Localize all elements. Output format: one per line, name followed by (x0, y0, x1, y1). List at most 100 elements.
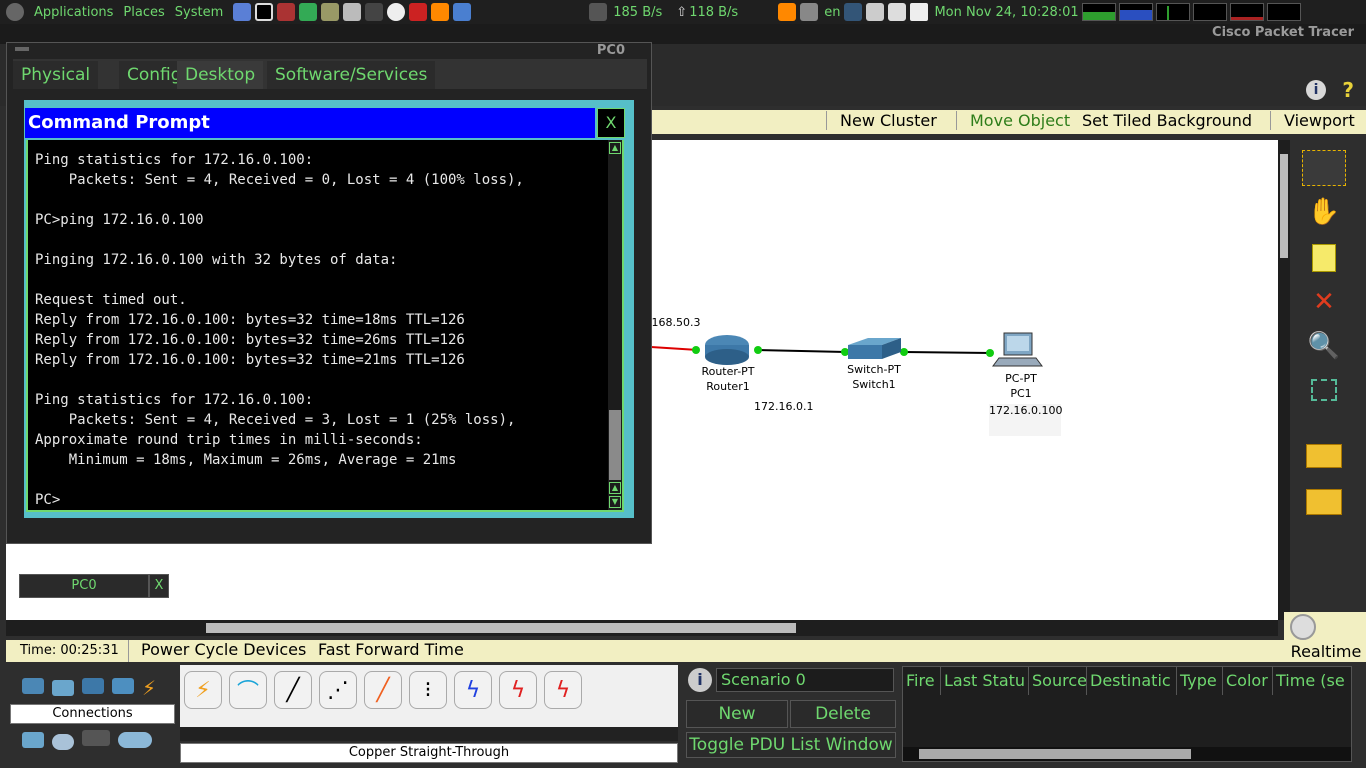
bug-icon[interactable] (365, 3, 384, 21)
delete-scenario-button[interactable]: Delete (790, 700, 896, 728)
vlc-tray-icon[interactable] (778, 3, 797, 21)
inspect-tool-icon[interactable]: 🔍 (1302, 328, 1346, 364)
select-tool-icon[interactable] (1302, 150, 1346, 186)
tab-desktop[interactable]: Desktop (177, 61, 264, 89)
keyboard-layout[interactable]: en (824, 5, 840, 20)
serial-dce-cable-icon[interactable]: ϟ (499, 671, 537, 709)
signal-icon[interactable] (844, 3, 863, 21)
scenario-select[interactable]: Scenario 0 (716, 668, 894, 692)
window-menu-icon[interactable] (15, 47, 29, 51)
phone-cable-icon[interactable]: ⁝ (409, 671, 447, 709)
workspace-hscroll[interactable] (6, 620, 1278, 636)
cpu-graph-icon (1081, 3, 1116, 21)
volume-icon[interactable] (910, 3, 929, 21)
browser-icon[interactable] (233, 3, 252, 21)
note-tool-icon[interactable] (1302, 240, 1346, 276)
hand-tool-icon[interactable]: ✋ (1302, 194, 1346, 230)
download-icon[interactable] (453, 3, 472, 21)
multiuser-category-icon[interactable] (118, 732, 152, 748)
router-tool-icon[interactable] (343, 3, 362, 21)
pdu-col-destination[interactable]: Destinatic (1087, 667, 1177, 695)
workspace-vscroll[interactable] (1278, 140, 1290, 620)
wireless-category-icon[interactable] (112, 678, 134, 694)
auto-cable-icon[interactable]: ⚡ (184, 671, 222, 709)
viewport-button[interactable]: Viewport (1270, 111, 1355, 130)
command-prompt-close-button[interactable]: X (597, 108, 625, 138)
add-simple-pdu-icon[interactable] (1302, 438, 1346, 474)
scroll-up-icon[interactable]: ▲ (609, 142, 621, 154)
category-label: Connections (10, 704, 175, 724)
cpu-icon[interactable] (277, 3, 296, 21)
vlc-icon[interactable] (431, 3, 450, 21)
right-toolbar: ✋ ✕ 🔍 (1292, 140, 1366, 640)
pdu-col-color[interactable]: Color (1223, 667, 1273, 695)
pdu-list: Fire Last Statu Source Destinatic Type C… (902, 666, 1352, 762)
command-prompt-title: Command Prompt (25, 108, 595, 138)
gnome-foot-icon[interactable] (6, 3, 24, 21)
link-led (841, 348, 849, 356)
cable-hscroll[interactable] (180, 727, 678, 741)
fast-forward-button[interactable]: Fast Forward Time (318, 640, 464, 659)
pc-name-label: PC1 (1010, 387, 1032, 400)
console-cable-icon[interactable]: ⌒ (229, 671, 267, 709)
pdu-list-header: Fire Last Statu Source Destinatic Type C… (903, 667, 1353, 695)
connections-category-icon[interactable]: ⚡ (142, 676, 164, 700)
pdu-col-type[interactable]: Type (1177, 667, 1223, 695)
realtime-mode[interactable]: Realtime (1284, 612, 1366, 664)
tab-physical[interactable]: Physical (13, 61, 99, 89)
serial-dte-cable-icon[interactable]: ϟ (544, 671, 582, 709)
power-cycle-button[interactable]: Power Cycle Devices (128, 640, 306, 662)
scenario-info-icon[interactable]: i (688, 668, 712, 692)
coaxial-cable-icon[interactable]: ϟ (454, 671, 492, 709)
menu-applications[interactable]: Applications (34, 5, 113, 20)
new-scenario-button[interactable]: New (686, 700, 788, 728)
info-icon[interactable]: i (1306, 80, 1326, 100)
scroll-down-icon[interactable]: ▼ (609, 496, 621, 508)
mail-icon[interactable] (888, 3, 907, 21)
pdu-hscroll[interactable] (903, 747, 1351, 761)
selected-cable-label: Copper Straight-Through (180, 743, 678, 763)
terminal-output[interactable]: Ping statistics for 172.16.0.100: Packet… (26, 140, 610, 512)
wan-emulation-category-icon[interactable] (52, 734, 74, 750)
delete-tool-icon[interactable]: ✕ (1302, 284, 1346, 320)
switches-category-icon[interactable] (52, 680, 74, 696)
custom-devices-category-icon[interactable] (82, 730, 110, 746)
pdu-col-last-status[interactable]: Last Statu (941, 667, 1029, 695)
spreadsheet-icon[interactable] (299, 3, 318, 21)
straight-through-cable-icon[interactable]: ╱ (274, 671, 312, 709)
terminal-icon[interactable] (255, 3, 274, 21)
globe-icon[interactable] (387, 3, 406, 21)
router-type-label: Router-PT (701, 365, 755, 378)
network-tool-icon[interactable] (321, 3, 340, 21)
scroll-up-icon-2[interactable]: ▲ (609, 482, 621, 494)
pdu-col-time[interactable]: Time (se (1273, 667, 1351, 695)
add-complex-pdu-icon[interactable] (1302, 484, 1346, 520)
set-tiled-background-button[interactable]: Set Tiled Background (1082, 111, 1252, 130)
pc0-window-title: PC0 (596, 43, 625, 58)
minimized-pc0-close[interactable]: X (149, 574, 169, 598)
vscroll-thumb[interactable] (1280, 154, 1288, 258)
toggle-pdu-list-button[interactable]: Toggle PDU List Window (686, 732, 896, 758)
menu-places[interactable]: Places (123, 5, 164, 20)
terminal-scrollbar[interactable]: ▲ ▲ ▼ (608, 140, 624, 512)
hubs-category-icon[interactable] (82, 678, 104, 694)
help-icon[interactable]: ? (1342, 78, 1354, 102)
crossover-cable-icon[interactable]: ⋰ (319, 671, 357, 709)
menu-system[interactable]: System (175, 5, 223, 20)
display-icon[interactable] (800, 3, 819, 21)
pdu-col-source[interactable]: Source (1029, 667, 1087, 695)
routers-category-icon[interactable] (22, 678, 44, 694)
minimized-pc0[interactable]: PC0 (19, 574, 149, 598)
hscroll-thumb[interactable] (206, 623, 796, 633)
filezilla-icon[interactable] (409, 3, 428, 21)
end-devices-category-icon[interactable] (22, 732, 44, 748)
new-cluster-button[interactable]: New Cluster (826, 111, 937, 130)
terminal-scroll-thumb[interactable] (609, 410, 621, 480)
tab-software-services[interactable]: Software/Services (267, 61, 436, 89)
resize-tool-icon[interactable] (1302, 372, 1346, 408)
fiber-cable-icon[interactable]: ╱ (364, 671, 402, 709)
battery-icon[interactable] (866, 3, 885, 21)
move-object-button[interactable]: Move Object (956, 111, 1070, 130)
clock[interactable]: Mon Nov 24, 10:28:01 (934, 5, 1078, 20)
pdu-col-fire[interactable]: Fire (903, 667, 941, 695)
